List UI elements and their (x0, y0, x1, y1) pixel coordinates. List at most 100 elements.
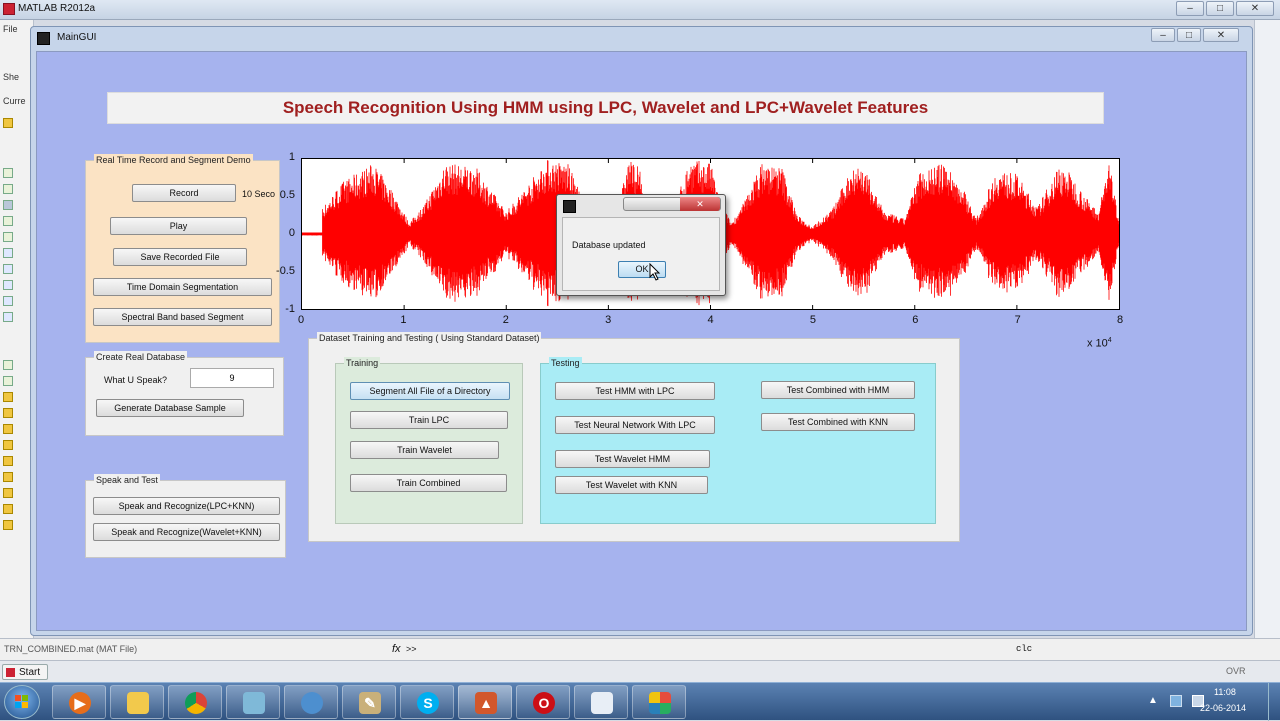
generate-database-sample-button[interactable]: Generate Database Sample (96, 399, 244, 417)
x-tick-label: 6 (912, 314, 919, 326)
database-panel: Create Real Database What U Speak? 9 Gen… (85, 351, 284, 436)
training-panel-title: Training (344, 357, 381, 369)
train-combined-button[interactable]: Train Combined (350, 474, 507, 492)
menu-file[interactable]: File (3, 24, 18, 34)
record-panel-title: Real Time Record and Segment Demo (94, 154, 253, 166)
file-icon[interactable] (3, 232, 13, 242)
segment-directory-button[interactable]: Segment All File of a Directory (350, 382, 510, 400)
maximize-button[interactable]: □ (1206, 1, 1234, 16)
maingui-titlebar: MainGUI – □ ✕ (31, 27, 1252, 49)
test-neural-network-lpc-button[interactable]: Test Neural Network With LPC (555, 416, 715, 434)
file-icon[interactable] (3, 360, 13, 370)
taskbar-app[interactable] (226, 685, 280, 719)
dialog-figure-icon (563, 200, 576, 213)
taskbar-chrome[interactable] (168, 685, 222, 719)
train-wavelet-button[interactable]: Train Wavelet (350, 441, 499, 459)
show-desktop-button[interactable] (1268, 683, 1280, 721)
gui-client-area: Speech Recognition Using HMM using LPC, … (36, 51, 1247, 631)
matlab-left-panel: File She Curre (0, 20, 34, 660)
folder-icon[interactable] (3, 392, 13, 402)
folder-icon[interactable] (3, 504, 13, 514)
x-tick-label: 7 (1014, 314, 1021, 326)
spoken-digit-input[interactable]: 9 (190, 368, 274, 388)
taskbar-matlab[interactable]: ▲ (458, 685, 512, 719)
record-button[interactable]: Record (132, 184, 236, 202)
gui-minimize-button[interactable]: – (1151, 28, 1175, 42)
start-button[interactable]: Start (2, 664, 48, 680)
database-updated-dialog: ✕ Database updated OK (556, 194, 726, 296)
folder-icon[interactable] (3, 472, 13, 482)
test-wavelet-knn-button[interactable]: Test Wavelet with KNN (555, 476, 708, 494)
dialog-body: Database updated OK (562, 217, 720, 291)
file-icon[interactable] (3, 200, 13, 210)
folder-icon[interactable] (3, 118, 13, 128)
play-button[interactable]: Play (110, 217, 247, 235)
speak-recognize-lpc-knn-button[interactable]: Speak and Recognize(LPC+KNN) (93, 497, 280, 515)
dialog-close-button[interactable]: ✕ (680, 197, 720, 211)
time-domain-segmentation-button[interactable]: Time Domain Segmentation (93, 278, 272, 296)
shortcuts-label: She (3, 72, 20, 82)
taskbar-opera[interactable]: O (516, 685, 570, 719)
file-icon[interactable] (3, 248, 13, 258)
testing-panel: Testing Test HMM with LPC Test Neural Ne… (540, 357, 936, 524)
folder-icon[interactable] (3, 424, 13, 434)
x-tick-label: 8 (1117, 314, 1124, 326)
taskbar-media-player[interactable]: ▶ (52, 685, 106, 719)
file-icon[interactable] (3, 216, 13, 226)
matlab-right-panel (1254, 20, 1280, 660)
clock-time[interactable]: 11:08 (1214, 687, 1236, 697)
test-wavelet-hmm-button[interactable]: Test Wavelet HMM (555, 450, 710, 468)
y-tick-label: 0 (288, 227, 295, 239)
history-item[interactable]: clc (1016, 644, 1032, 654)
taskbar-explorer[interactable] (110, 685, 164, 719)
folder-icon[interactable] (3, 488, 13, 498)
chrome-icon (185, 692, 207, 714)
taskbar-paint[interactable]: ✎ (342, 685, 396, 719)
taskbar-window[interactable] (574, 685, 628, 719)
file-icon[interactable] (3, 168, 13, 178)
folder-icon[interactable] (3, 456, 13, 466)
gui-close-button[interactable]: ✕ (1203, 28, 1239, 42)
speak-recognize-wavelet-knn-button[interactable]: Speak and Recognize(Wavelet+KNN) (93, 523, 280, 541)
file-icon[interactable] (3, 184, 13, 194)
folder-icon[interactable] (3, 408, 13, 418)
testing-panel-title: Testing (549, 357, 582, 369)
save-recorded-file-button[interactable]: Save Recorded File (113, 248, 247, 266)
clock-date[interactable]: 22-06-2014 (1200, 703, 1246, 713)
matlab-status-bar: Start OVR (0, 660, 1280, 682)
test-combined-hmm-button[interactable]: Test Combined with HMM (761, 381, 915, 399)
folder-icon[interactable] (3, 520, 13, 530)
file-icon[interactable] (3, 376, 13, 386)
seconds-label: 10 Seco (242, 189, 276, 199)
taskbar-skype[interactable]: S (400, 685, 454, 719)
folder-icon[interactable] (3, 440, 13, 450)
current-folder-label: Curre (3, 96, 26, 106)
taskbar-control-panel[interactable] (632, 685, 686, 719)
file-icon[interactable] (3, 264, 13, 274)
gui-maximize-button[interactable]: □ (1177, 28, 1201, 42)
spectral-segment-button[interactable]: Spectral Band based Segment (93, 308, 272, 326)
test-combined-knn-button[interactable]: Test Combined with KNN (761, 413, 915, 431)
minimize-button[interactable]: – (1176, 1, 1204, 16)
page-title: Speech Recognition Using HMM using LPC, … (107, 92, 1104, 124)
dataset-panel-title: Dataset Training and Testing ( Using Sta… (317, 332, 542, 344)
record-panel: Real Time Record and Segment Demo Record… (85, 154, 280, 343)
x-tick-label: 0 (298, 314, 305, 326)
test-hmm-lpc-button[interactable]: Test HMM with LPC (555, 382, 715, 400)
file-icon[interactable] (3, 280, 13, 290)
network-tray-icon[interactable] (1170, 695, 1182, 707)
database-panel-title: Create Real Database (94, 351, 188, 363)
windows-taskbar: ▶ ✎ S ▲ O ▲ 11:08 22-06-2014 (0, 682, 1280, 721)
command-prompt[interactable]: >> (406, 644, 417, 654)
file-icon[interactable] (3, 312, 13, 322)
windows-start-button[interactable] (4, 685, 40, 719)
control-panel-icon (649, 692, 671, 714)
tray-chevron-icon[interactable]: ▲ (1148, 695, 1158, 706)
train-lpc-button[interactable]: Train LPC (350, 411, 508, 429)
taskbar-network[interactable] (284, 685, 338, 719)
close-button[interactable]: ✕ (1236, 1, 1274, 16)
speak-test-panel-title: Speak and Test (94, 474, 160, 486)
opera-icon: O (533, 692, 555, 714)
file-icon[interactable] (3, 296, 13, 306)
x-tick-label: 1 (400, 314, 407, 326)
